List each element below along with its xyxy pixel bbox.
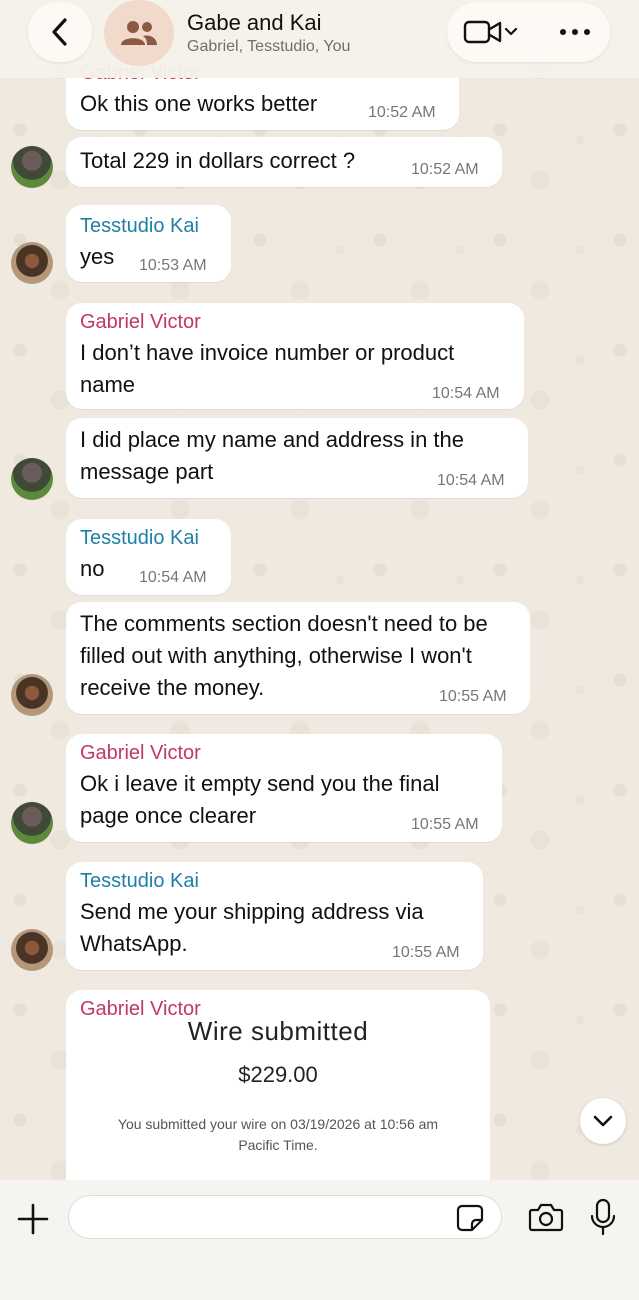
chat-participants[interactable]: Gabriel, Tesstudio, You: [187, 38, 350, 56]
microphone-button[interactable]: [590, 1198, 616, 1236]
message-bubble[interactable]: Tesstudio Kai yes 10:53 AM: [66, 205, 231, 282]
back-button[interactable]: [28, 2, 92, 62]
message-bubble[interactable]: Gabriel Victor I don’t have invoice numb…: [66, 303, 524, 409]
message-sender: Gabriel Victor: [80, 998, 201, 1020]
message-bubble[interactable]: The comments section doesn't need to be …: [66, 602, 530, 714]
composer-bar: [0, 1180, 639, 1300]
sender-avatar[interactable]: [11, 674, 53, 716]
message-text: Total 229 in dollars correct ?: [80, 148, 356, 173]
sticker-icon: [456, 1204, 484, 1232]
message-sender: Gabriel Victor: [80, 311, 201, 333]
message-bubble[interactable]: Tesstudio Kai no 10:54 AM: [66, 519, 231, 595]
sender-avatar[interactable]: [11, 458, 53, 500]
more-dots-icon: [560, 29, 590, 35]
chat-title[interactable]: Gabe and Kai: [187, 10, 322, 36]
chevron-down-icon: [593, 1115, 613, 1127]
sender-avatar[interactable]: [11, 242, 53, 284]
message-time: 10:55 AM: [392, 944, 460, 961]
message-sender: Tesstudio Kai: [80, 527, 199, 549]
message-bubble[interactable]: Gabriel Victor Wire submitted $229.00 Yo…: [66, 990, 490, 1190]
message-time: 10:54 AM: [139, 569, 207, 586]
message-text: yes: [80, 244, 115, 269]
message-sender: Tesstudio Kai: [80, 215, 199, 237]
wire-description: You submitted your wire on 03/19/2026 at…: [117, 1116, 439, 1153]
wire-receipt-image[interactable]: Wire submitted $229.00 You submitted you…: [66, 1020, 490, 1190]
message-text: no: [80, 556, 105, 581]
message-bubble[interactable]: Gabriel Victor Ok i leave it empty send …: [66, 734, 502, 842]
message-time: 10:52 AM: [368, 104, 436, 121]
message-text: Ok this one works better: [80, 91, 318, 116]
chat-header: Gabe and Kai Gabriel, Tesstudio, You: [0, 0, 639, 78]
sender-avatar[interactable]: [11, 802, 53, 844]
header-actions: [447, 2, 610, 62]
message-sender: Tesstudio Kai: [80, 870, 199, 892]
camera-button[interactable]: [528, 1202, 564, 1232]
message-time: 10:54 AM: [432, 385, 500, 402]
message-input[interactable]: [68, 1195, 502, 1239]
message-bubble[interactable]: Total 229 in dollars correct ? 10:52 AM: [66, 137, 502, 187]
group-people-icon: [121, 21, 157, 45]
message-sender: Gabriel Victor: [80, 742, 201, 764]
microphone-icon: [590, 1198, 616, 1236]
attach-button[interactable]: [16, 1202, 50, 1236]
message-bubble[interactable]: Tesstudio Kai Send me your shipping addr…: [66, 862, 483, 970]
scroll-to-bottom-button[interactable]: [580, 1098, 626, 1144]
wire-amount: $229.00: [238, 1062, 318, 1087]
sticker-button[interactable]: [456, 1204, 484, 1232]
message-bubble[interactable]: I did place my name and address in the m…: [66, 418, 528, 498]
video-call-button[interactable]: [463, 18, 523, 48]
more-options-button[interactable]: [555, 20, 595, 44]
group-avatar[interactable]: [104, 0, 174, 66]
message-time: 10:55 AM: [411, 816, 479, 833]
sender-avatar[interactable]: [11, 146, 53, 188]
message-time: 10:54 AM: [437, 472, 505, 489]
camera-icon: [528, 1203, 564, 1232]
message-time: 10:55 AM: [439, 688, 507, 705]
message-time: 10:52 AM: [411, 161, 479, 178]
video-call-icon: [463, 20, 518, 44]
message-time: 10:53 AM: [139, 257, 207, 274]
sender-avatar[interactable]: [11, 929, 53, 971]
wire-title: Wire submitted: [187, 1020, 369, 1046]
back-chevron-icon: [52, 18, 67, 46]
plus-icon: [17, 1203, 49, 1235]
